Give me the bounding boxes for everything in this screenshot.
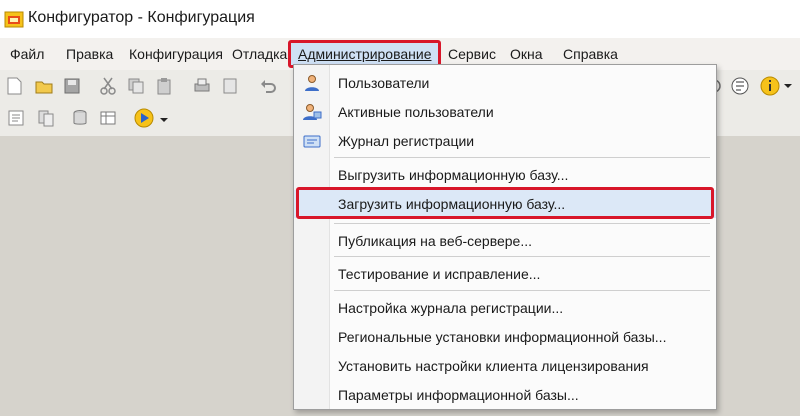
menu-service[interactable]: Сервис: [448, 46, 496, 62]
menu-item-users[interactable]: Пользователи: [294, 69, 716, 97]
open-folder-icon[interactable]: [34, 76, 54, 96]
menu-separator: [334, 256, 710, 257]
window-title: Конфигуратор - Конфигурация: [28, 9, 255, 26]
selected-item-highlight: [296, 187, 714, 219]
table-icon[interactable]: [98, 108, 118, 128]
compare-icon[interactable]: [36, 108, 56, 128]
menu-item-label: Активные пользователи: [338, 104, 494, 120]
menu-separator: [334, 223, 710, 224]
menu-item-infobase-parameters[interactable]: Параметры информационной базы...: [294, 381, 716, 409]
menu-item-export-infobase[interactable]: Выгрузить информационную базу...: [294, 161, 716, 189]
title-bar: Конфигуратор - Конфигурация: [0, 0, 800, 38]
run-icon[interactable]: [134, 108, 154, 128]
active-users-icon: [303, 104, 322, 120]
menu-item-log-settings[interactable]: Настройка журнала регистрации...: [294, 294, 716, 322]
menu-debug[interactable]: Отладка: [232, 46, 287, 62]
menu-separator: [334, 157, 710, 158]
menu-item-label: Настройка журнала регистрации...: [338, 300, 564, 316]
paste-icon[interactable]: [154, 76, 174, 96]
new-document-icon[interactable]: [4, 76, 24, 96]
info-icon[interactable]: [760, 76, 780, 96]
config-tree-icon[interactable]: [6, 108, 26, 128]
administration-dropdown: Пользователи Активные пользователи Журна…: [293, 64, 717, 410]
menu-windows[interactable]: Окна: [510, 46, 543, 62]
menu-administration[interactable]: Администрирование: [298, 46, 432, 62]
menu-item-active-users[interactable]: Активные пользователи: [294, 98, 716, 126]
menu-item-label: Публикация на веб-сервере...: [338, 233, 533, 249]
menu-edit[interactable]: Правка: [66, 46, 113, 62]
user-icon: [305, 75, 319, 91]
menu-item-event-log[interactable]: Журнал регистрации: [294, 127, 716, 155]
document-edit-icon[interactable]: [730, 76, 750, 96]
menu-help[interactable]: Справка: [563, 46, 618, 62]
menu-item-label: Тестирование и исправление...: [338, 266, 541, 282]
menu-item-label: Региональные установки информационной ба…: [338, 329, 667, 345]
undo-icon[interactable]: [258, 76, 278, 96]
menu-item-regional-settings[interactable]: Региональные установки информационной ба…: [294, 323, 716, 351]
menu-item-label: Установить настройки клиента лицензирова…: [338, 358, 649, 374]
menu-file[interactable]: Файл: [10, 46, 44, 62]
menu-configuration[interactable]: Конфигурация: [129, 46, 223, 62]
menu-item-label: Параметры информационной базы...: [338, 387, 579, 403]
app-logo-icon: [4, 11, 24, 28]
copy-icon[interactable]: [126, 76, 146, 96]
preview-icon[interactable]: [220, 76, 240, 96]
run-dropdown-chevron-icon[interactable]: [158, 114, 170, 126]
menu-item-label: Пользователи: [338, 75, 430, 91]
save-icon[interactable]: [62, 76, 82, 96]
menu-item-web-publish[interactable]: Публикация на веб-сервере...: [294, 227, 716, 255]
menu-item-license-client-settings[interactable]: Установить настройки клиента лицензирова…: [294, 352, 716, 380]
print-icon[interactable]: [192, 76, 212, 96]
menu-item-test-and-repair[interactable]: Тестирование и исправление...: [294, 260, 716, 288]
chevron-down-icon[interactable]: [782, 80, 794, 92]
journal-icon: [303, 135, 321, 148]
menu-separator: [334, 290, 710, 291]
database-icon[interactable]: [70, 108, 90, 128]
menu-item-label: Выгрузить информационную базу...: [338, 167, 569, 183]
menu-item-label: Журнал регистрации: [338, 133, 475, 149]
cut-icon[interactable]: [98, 76, 118, 96]
